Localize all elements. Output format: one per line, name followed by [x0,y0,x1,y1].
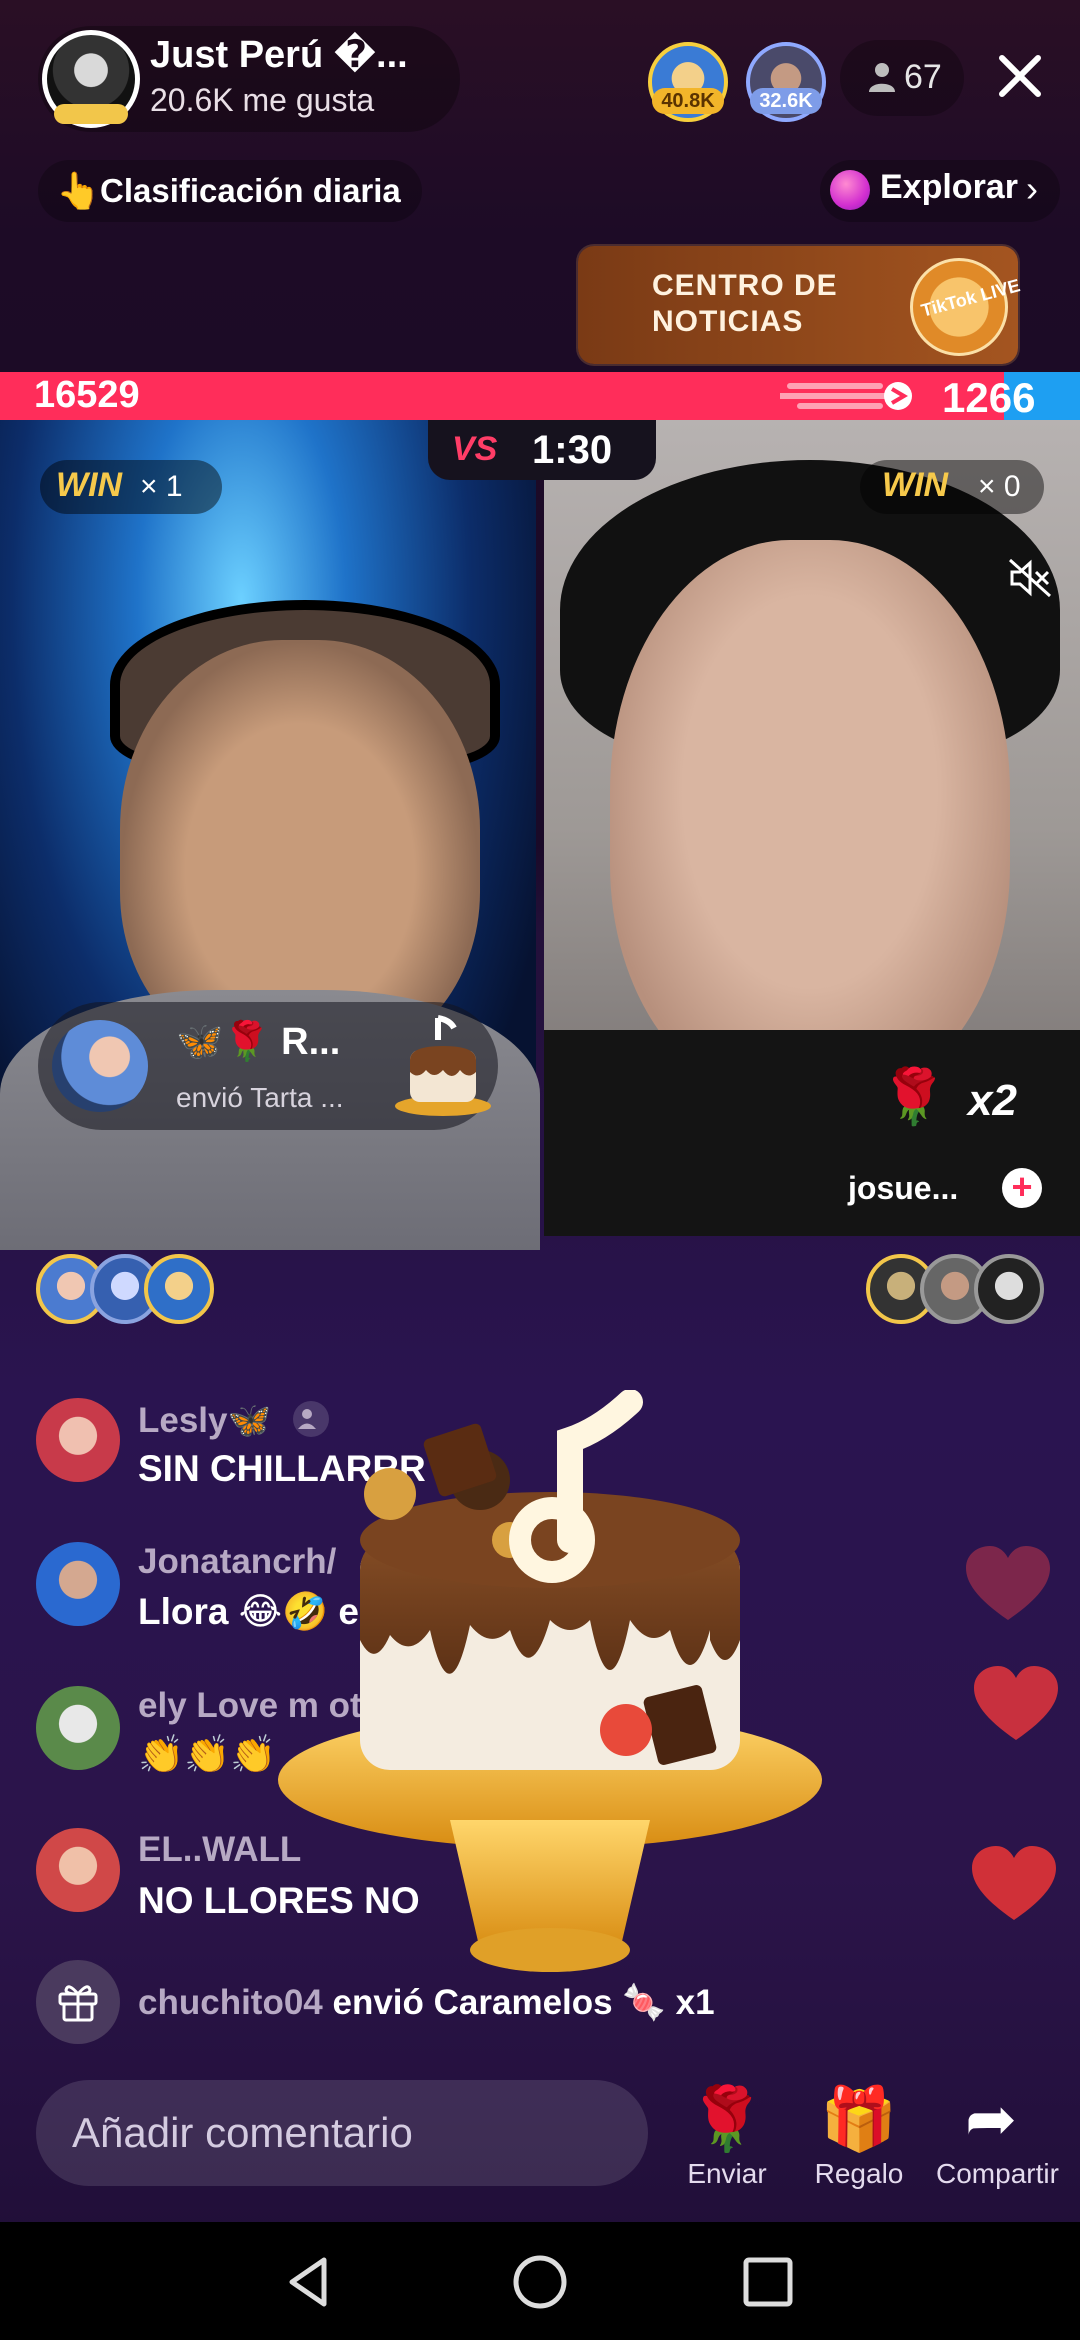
win-label-left: WIN [56,466,123,504]
vs-icon: VS [452,430,498,468]
rose-icon: 🌹 [688,2085,766,2154]
follow-opponent-button[interactable]: + [1002,1168,1042,1208]
mute-icon[interactable] [1008,558,1052,598]
gift-box-icon [58,1985,98,2022]
cake-gift-icon [395,1015,491,1116]
back-icon[interactable] [280,2252,340,2312]
comment-avatar-2[interactable] [36,1542,120,1626]
comment-user-1[interactable]: Lesly🦋 [138,1400,271,1441]
heart-icon [972,1846,1056,1920]
speed-streak-icon [780,382,912,410]
host-level-badge [54,104,128,124]
comment-input[interactable] [36,2080,648,2186]
gift-description: envió Tarta ... [176,1082,344,1113]
top-viewer-amount-1: 40.8K [652,88,724,114]
host-name[interactable]: Just Perú �... [150,32,408,77]
host-likes: 20.6K me gusta [150,82,375,118]
score-left: 16529 [34,374,140,416]
score-right: 1266 [942,374,1036,421]
comment-text-3: 👏👏👏 [138,1734,277,1775]
gift-label: Regalo [814,2158,904,2189]
news-center-text: CENTRO DE NOTICIAS [652,269,838,338]
rose-icon: 🌹 [880,1067,948,1127]
send-rose-label: Enviar [687,2158,767,2189]
chevron-right-icon: › [1026,168,1038,209]
explore-label: Explorar [880,168,1018,206]
win-count-left: × 1 [140,470,183,503]
recents-icon[interactable] [738,2252,798,2312]
win-label-right: WIN [882,466,949,504]
heart-icon [966,1546,1050,1620]
planet-icon [830,170,870,210]
daily-ranking-label: Clasificación diaria [100,172,401,209]
supporter-left-3[interactable] [144,1254,214,1324]
viewer-count: 67 [904,58,942,96]
send-rose-button[interactable]: 🌹 Enviar [672,2082,782,2190]
home-icon[interactable] [510,2252,570,2312]
share-icon: ➦ [965,2085,1017,2154]
gift-sender-avatar [52,1020,148,1112]
rose-multiplier: x2 [968,1076,1017,1125]
person-icon [869,63,895,92]
gift-icon: 🎁 [820,2085,898,2154]
viewer-count-pill[interactable] [840,40,964,116]
video-right-body [544,1030,1080,1236]
comment-avatar-1[interactable] [36,1398,120,1482]
heart-icon [974,1666,1058,1740]
supporter-right-3[interactable] [974,1254,1044,1324]
share-label: Compartir [936,2158,1059,2189]
share-button[interactable]: ➦ Compartir [936,2082,1059,2190]
gift-sender-name: 🦋🌹 R... [176,1021,341,1063]
battle-timer: 1:30 [532,428,613,472]
cake-gift-animation [278,1390,822,1972]
close-icon[interactable] [988,44,1052,108]
ranking-hand-icon: 👆 [56,170,101,211]
comment-avatar-4[interactable] [36,1828,120,1912]
opponent-name[interactable]: josue... [848,1170,958,1207]
video-right-face [610,540,1010,1100]
comment-avatar-3[interactable] [36,1686,120,1770]
gift-button[interactable]: 🎁 Regalo [804,2082,914,2190]
top-viewer-amount-2: 32.6K [750,88,822,114]
win-count-right: × 0 [978,470,1021,503]
